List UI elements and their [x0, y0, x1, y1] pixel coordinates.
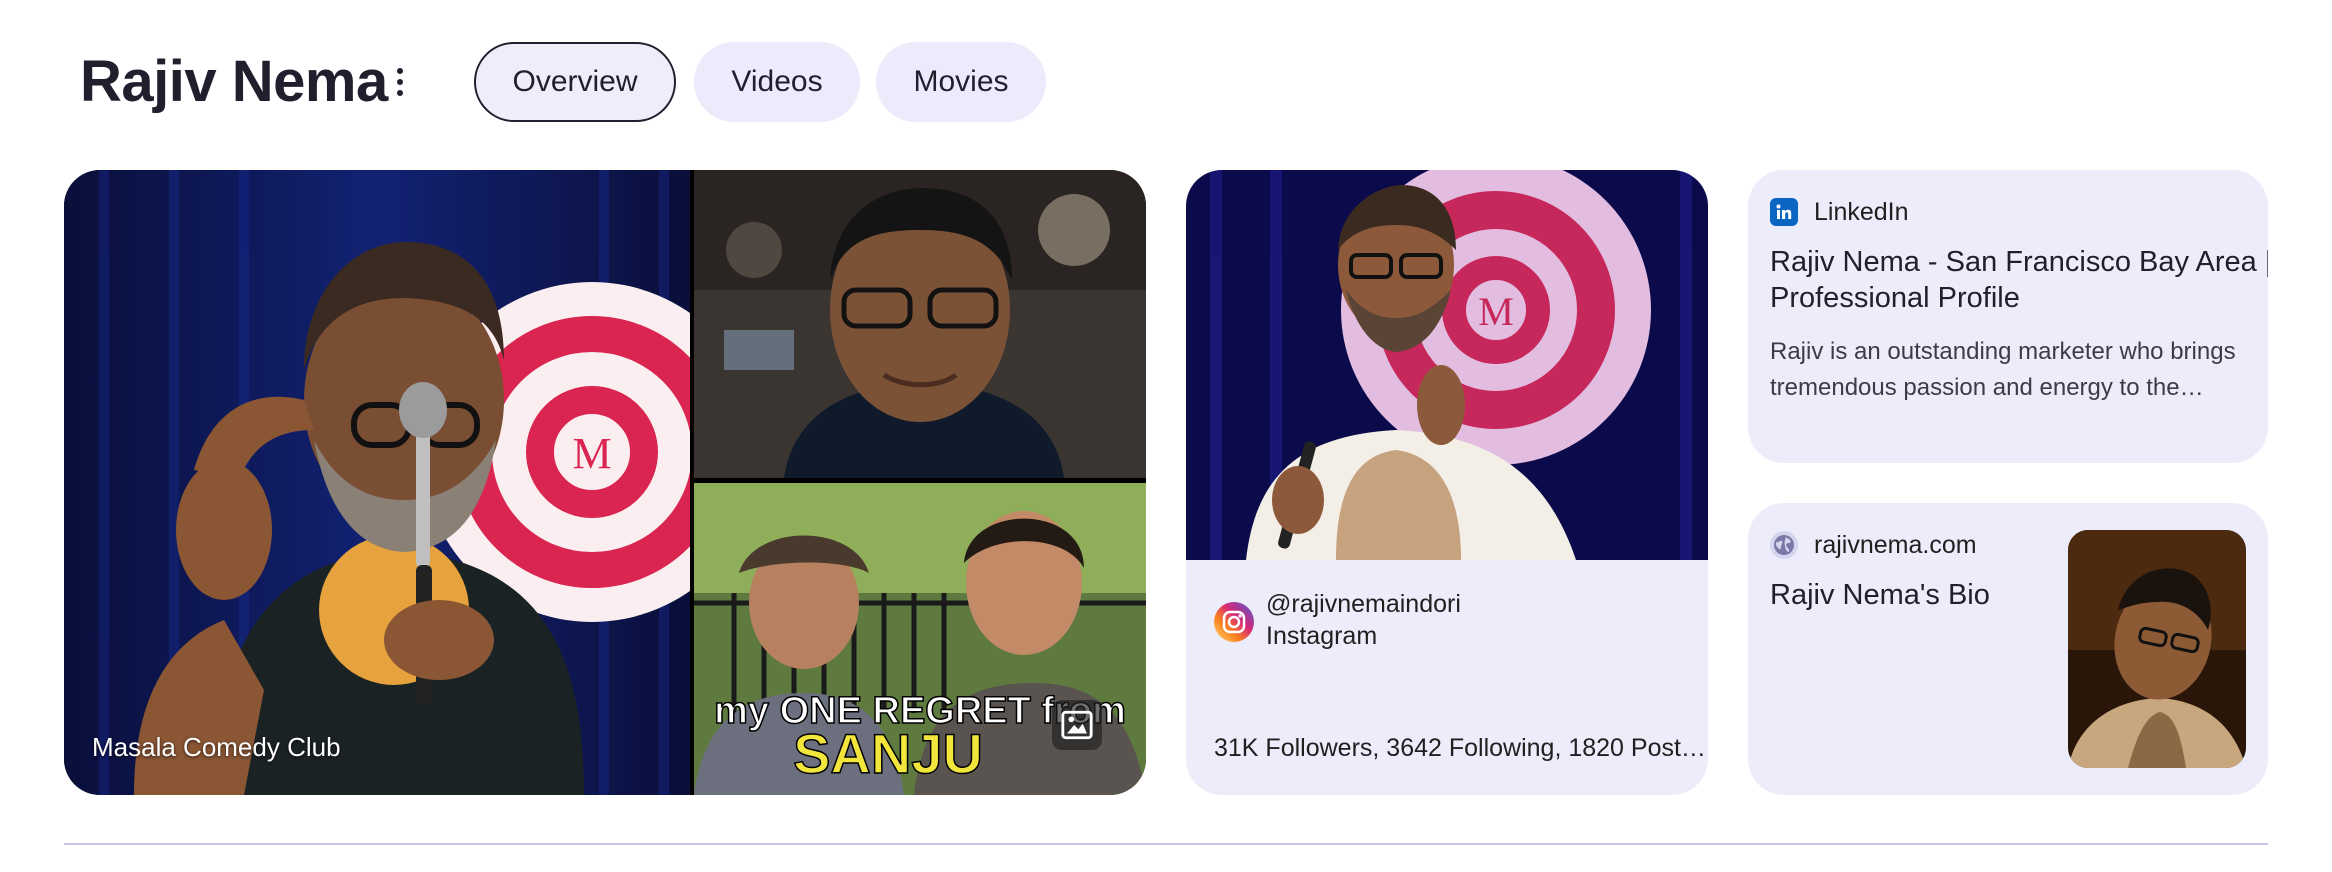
more-vert-icon[interactable] [380, 62, 420, 102]
linkedin-title-line2[interactable]: Professional Profile [1770, 282, 2020, 315]
headshot-image[interactable] [694, 170, 1146, 478]
instagram-stats: 31K Followers, 3642 Following, 1820 Post… [1214, 734, 1706, 762]
section-divider [64, 843, 2268, 845]
page-title: Rajiv Nema [80, 49, 388, 114]
website-thumbnail [2068, 530, 2246, 768]
tab-videos[interactable]: Videos [694, 42, 860, 122]
logo-letter: M [1478, 289, 1514, 334]
image-grid: M my ONE REGRET from SANJU [64, 170, 1146, 795]
tab-overview[interactable]: Overview [474, 42, 676, 122]
image-caption: Masala Comedy Club [92, 732, 341, 762]
instagram-handle: @rajivnemaindori [1266, 590, 1461, 618]
portrait-photo [2068, 530, 2246, 768]
linkedin-snippet-line2: tremendous passion and energy to the… [1770, 374, 2204, 401]
speaker-photo: M [1186, 170, 1708, 560]
website-title[interactable]: Rajiv Nema's Bio [1770, 579, 1990, 612]
linkedin-title-line1[interactable]: Rajiv Nema - San Francisco Bay Area | [1770, 246, 2268, 279]
globe-icon [1770, 531, 1798, 559]
instagram-source: Instagram [1266, 622, 1378, 650]
linkedin-card[interactable]: LinkedIn Rajiv Nema - San Francisco Bay … [1748, 170, 2268, 463]
image-icon[interactable] [1052, 700, 1102, 750]
instagram-icon [1214, 602, 1254, 647]
instagram-image: M [1186, 170, 1708, 560]
linkedin-source: LinkedIn [1814, 198, 1909, 226]
thumbnail-text-line2: SANJU [793, 722, 983, 785]
instagram-card[interactable]: M @rajivnemaindori Instagram 31K Followe… [1186, 170, 1708, 795]
linkedin-icon [1770, 198, 1798, 226]
linkedin-snippet-line1: Rajiv is an outstanding marketer who bri… [1770, 338, 2236, 365]
tab-movies[interactable]: Movies [876, 42, 1046, 122]
website-card[interactable]: rajivnema.com Rajiv Nema's Bio [1748, 503, 2268, 795]
comedian-on-stage-photo: M [64, 170, 690, 795]
logo-letter: M [572, 429, 611, 478]
website-source: rajivnema.com [1814, 531, 1977, 559]
main-image[interactable]: M [64, 170, 690, 795]
headshot-photo [694, 170, 1146, 478]
